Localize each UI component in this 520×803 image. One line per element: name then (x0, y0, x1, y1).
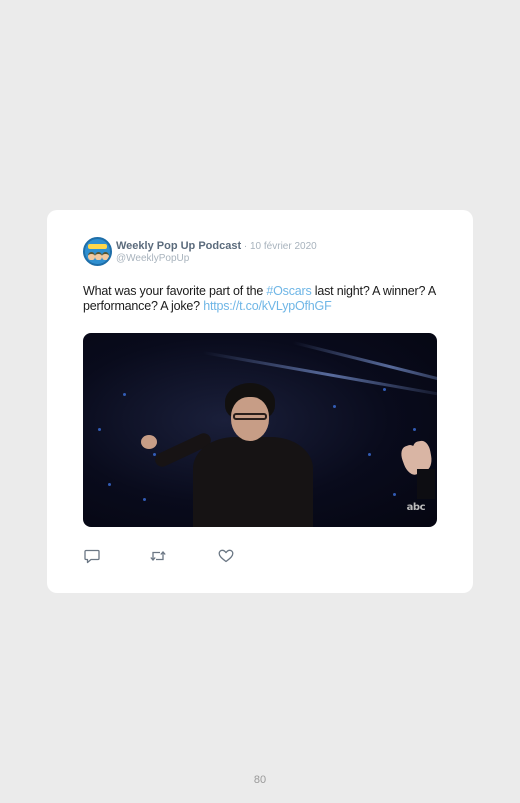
tweet-actions (83, 548, 235, 564)
stage-light (383, 388, 386, 391)
avatar-banner (88, 244, 107, 249)
avatar-face (88, 252, 95, 260)
tweet-header: Weekly Pop Up Podcast · 10 février 2020 … (83, 237, 317, 266)
tweet-text: What was your favorite part of the #Osca… (83, 284, 439, 314)
stage-light (123, 393, 126, 396)
tweet-text-part: What was your favorite part of the (83, 284, 267, 298)
person-hand (141, 435, 157, 449)
hashtag-link[interactable]: #Oscars (266, 284, 311, 298)
person-body (193, 437, 313, 527)
tweet-date[interactable]: 10 février 2020 (250, 241, 317, 252)
retweet-icon (150, 551, 166, 561)
stage-light (143, 498, 146, 501)
url-link[interactable]: https://t.co/kVLypOfhGF (203, 299, 332, 313)
abc-watermark: abc (406, 502, 426, 513)
stage-light (413, 428, 416, 431)
reply-button[interactable] (83, 548, 101, 564)
meta-separator: · (241, 241, 250, 252)
heart-icon (218, 549, 234, 563)
page: Weekly Pop Up Podcast · 10 février 2020 … (0, 0, 520, 803)
stage-light-beam (292, 341, 437, 393)
person-figure (141, 383, 313, 527)
avatar-face (102, 252, 109, 260)
tweet-meta: Weekly Pop Up Podcast · 10 février 2020 … (116, 239, 317, 265)
person-glasses (233, 413, 267, 420)
author-handle[interactable]: @WeeklyPopUp (116, 253, 317, 265)
stage-light (108, 483, 111, 486)
comment-icon (84, 549, 100, 563)
stage-light (393, 493, 396, 496)
clapping-hands (398, 439, 435, 499)
avatar[interactable] (83, 237, 112, 266)
tweet-meta-line: Weekly Pop Up Podcast · 10 février 2020 (116, 239, 317, 253)
stage-light (368, 453, 371, 456)
author-name[interactable]: Weekly Pop Up Podcast (116, 240, 241, 252)
avatar-face (95, 252, 102, 260)
retweet-button[interactable] (149, 548, 167, 564)
sleeve (417, 469, 435, 499)
stage-light (333, 405, 336, 408)
tweet-card[interactable]: Weekly Pop Up Podcast · 10 février 2020 … (47, 210, 473, 593)
like-button[interactable] (217, 548, 235, 564)
stage-light (98, 428, 101, 431)
page-number: 80 (253, 774, 267, 786)
tweet-media-image[interactable]: abc (83, 333, 437, 527)
